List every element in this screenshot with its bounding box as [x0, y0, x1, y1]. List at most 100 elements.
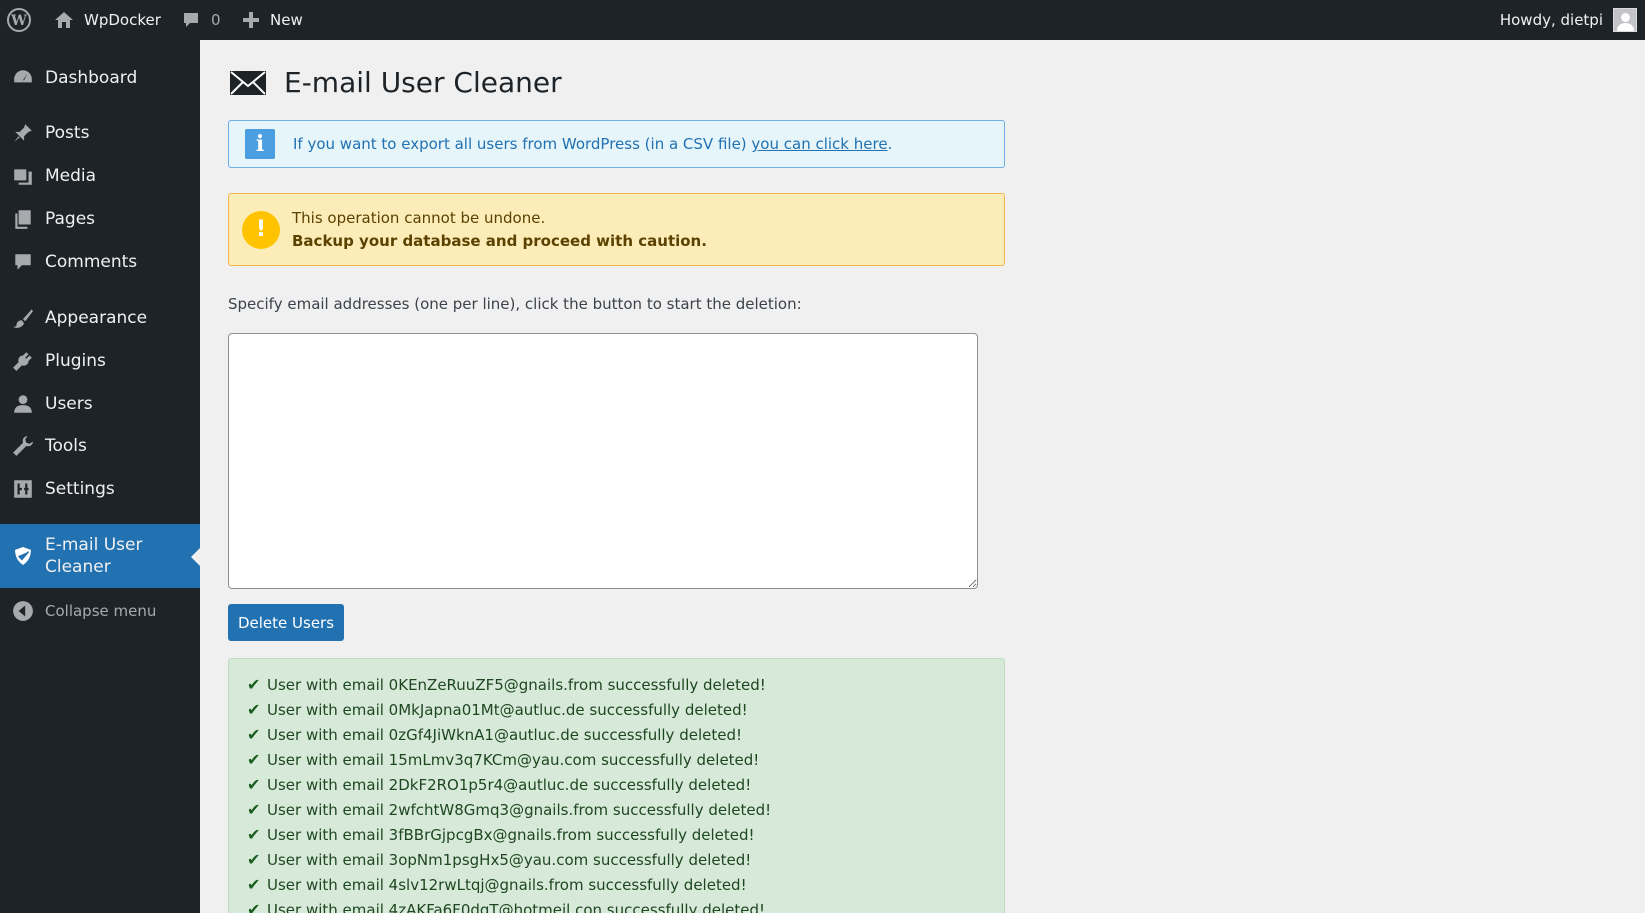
delete-users-button[interactable]: Delete Users [228, 604, 344, 641]
sidebar-item-pages[interactable]: Pages [0, 199, 200, 239]
sidebar-item-dashboard[interactable]: Dashboard [0, 58, 200, 98]
sidebar-item-users[interactable]: Users [0, 384, 200, 424]
checkmark-icon: ✔ [247, 725, 261, 744]
checkmark-icon: ✔ [247, 750, 261, 769]
page-title: E-mail User Cleaner [284, 66, 562, 99]
plugin-icon [0, 350, 45, 372]
checkmark-icon: ✔ [247, 900, 261, 913]
page-header: E-mail User Cleaner [228, 66, 562, 99]
checkmark-icon: ✔ [247, 850, 261, 869]
sidebar-item-label: Pages [45, 209, 96, 229]
list-item: ✔ User with email 0zGf4JiWknA1@autluc.de … [247, 722, 1004, 747]
results-notice: ✔ User with email 0KEnZeRuuZF5@gnails.fro… [228, 658, 1005, 913]
svg-text:W: W [10, 13, 27, 29]
result-text: User with email 4slv12rwLtqj@gnails.from… [267, 875, 747, 894]
dashboard-icon [0, 67, 45, 89]
result-text: User with email 15mLmv3q7KCm@yau.com suc… [267, 750, 760, 769]
sidebar-item-label: E-mail User Cleaner [45, 535, 143, 577]
admin-bar: W WpDocker 0 New Howdy, dietpi [0, 0, 1645, 40]
warning-line-2: Backup your database and proceed with ca… [292, 231, 707, 250]
wrench-icon [0, 435, 45, 457]
comments-count: 0 [211, 11, 221, 29]
pin-icon [0, 122, 45, 144]
main-content: E-mail User Cleaner i If you want to exp… [200, 40, 1645, 913]
sidebar-item-label: Tools [45, 436, 87, 456]
envelope-icon [230, 70, 266, 95]
checkmark-icon: ✔ [247, 675, 261, 694]
comment-icon [184, 13, 198, 27]
checkmark-icon: ✔ [247, 875, 261, 894]
warning-line-1: This operation cannot be undone. [292, 208, 546, 227]
email-addresses-textarea[interactable] [228, 333, 978, 589]
brush-icon [0, 307, 45, 329]
sidebar-item-label: Appearance [45, 308, 148, 328]
user-icon [0, 393, 45, 415]
info-notice: i If you want to export all users from W… [228, 120, 1005, 168]
list-item: ✔ User with email 4zAKFa6F0dgT@hotmeil.co… [247, 897, 1004, 913]
sidebar-item-label: Settings [45, 479, 115, 499]
warning-text: This operation cannot be undone. Backup … [292, 207, 707, 253]
collapse-arrow-icon [0, 600, 45, 622]
plus-icon [243, 12, 259, 28]
sidebar-item-label: Media [45, 166, 97, 186]
new-content-link[interactable]: New [242, 0, 303, 40]
avatar [1613, 8, 1637, 32]
pages-icon [0, 208, 45, 230]
settings-icon [0, 478, 45, 500]
sidebar-item-comments[interactable]: Comments [0, 242, 200, 282]
howdy-text: Howdy, dietpi [1499, 11, 1603, 29]
list-item: ✔ User with email 2DkF2RO1p5r4@autluc.de … [247, 772, 1004, 797]
warning-icon: ! [242, 210, 280, 249]
account-menu[interactable]: Howdy, dietpi [1500, 0, 1637, 40]
sidebar-item-plugins[interactable]: Plugins [0, 341, 200, 381]
sidebar-item-settings[interactable]: Settings [0, 469, 200, 509]
comments-link[interactable]: 0 [181, 0, 221, 40]
sidebar-item-label: Plugins [45, 351, 106, 371]
info-text: If you want to export all users from Wor… [293, 135, 752, 153]
site-name: WpDocker [84, 11, 161, 29]
instructions-text: Specify email addresses (one per line), … [228, 295, 802, 313]
info-icon: i [245, 129, 275, 159]
export-csv-link[interactable]: you can click here [751, 135, 887, 153]
checkmark-icon: ✔ [247, 775, 261, 794]
sidebar-item-label: Dashboard [45, 68, 138, 88]
sidebar-item-email-user-cleaner[interactable]: E-mail User Cleaner [0, 524, 200, 588]
new-label: New [270, 11, 303, 29]
info-period: . [887, 135, 893, 153]
media-icon [0, 165, 45, 187]
result-text: User with email 0zGf4JiWknA1@autluc.de s… [267, 725, 742, 744]
result-text: User with email 3fBBrGjpcgBx@gnails.from… [267, 825, 755, 844]
shield-icon [0, 545, 45, 567]
list-item: ✔ User with email 0KEnZeRuuZF5@gnails.fro… [247, 672, 1004, 697]
list-item: ✔ User with email 4slv12rwLtqj@gnails.fro… [247, 872, 1004, 897]
list-item: ✔ User with email 0MkJapna01Mt@autluc.de … [247, 697, 1004, 722]
info-notice-text: If you want to export all users from Wor… [293, 135, 892, 153]
result-text: User with email 2wfchtW8Gmq3@gnails.from… [267, 800, 772, 819]
sidebar-item-appearance[interactable]: Appearance [0, 298, 200, 338]
comment-icon [0, 251, 45, 273]
list-item: ✔ User with email 3opNm1psgHx5@yau.com su… [247, 847, 1004, 872]
sidebar-item-label: Comments [45, 252, 138, 272]
list-item: ✔ User with email 3fBBrGjpcgBx@gnails.fro… [247, 822, 1004, 847]
sidebar-item-label: Posts [45, 123, 90, 143]
result-text: User with email 4zAKFa6F0dgT@hotmeil.con… [267, 900, 766, 913]
site-name-link[interactable]: WpDocker [54, 0, 161, 40]
result-text: User with email 0KEnZeRuuZF5@gnails.from… [267, 675, 766, 694]
result-text: User with email 0MkJapna01Mt@autluc.de s… [267, 700, 748, 719]
wordpress-logo-icon[interactable]: W [6, 0, 36, 40]
collapse-menu-button[interactable]: Collapse menu [0, 591, 200, 631]
sidebar-item-media[interactable]: Media [0, 156, 200, 196]
admin-sidebar: Dashboard Posts Media Pages Comments App… [0, 40, 200, 913]
checkmark-icon: ✔ [247, 700, 261, 719]
checkmark-icon: ✔ [247, 800, 261, 819]
result-text: User with email 3opNm1psgHx5@yau.com suc… [267, 850, 752, 869]
list-item: ✔ User with email 15mLmv3q7KCm@yau.com su… [247, 747, 1004, 772]
collapse-menu-label: Collapse menu [45, 602, 157, 620]
home-icon [55, 12, 73, 28]
result-text: User with email 2DkF2RO1p5r4@autluc.de s… [267, 775, 752, 794]
checkmark-icon: ✔ [247, 825, 261, 844]
sidebar-item-posts[interactable]: Posts [0, 113, 200, 153]
warning-notice: ! This operation cannot be undone. Backu… [228, 193, 1005, 266]
sidebar-item-label: Users [45, 394, 93, 414]
sidebar-item-tools[interactable]: Tools [0, 426, 200, 466]
